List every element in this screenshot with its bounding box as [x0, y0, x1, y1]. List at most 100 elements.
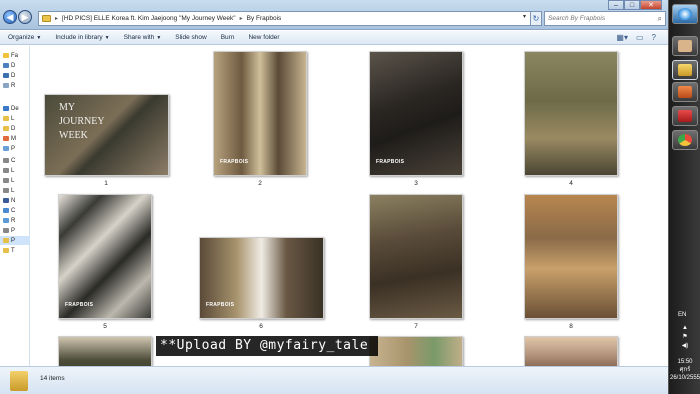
- photo-image: [370, 195, 462, 318]
- upload-watermark-text: **Upload BY @myfairy_tale: [156, 336, 379, 356]
- recent-places-icon: [3, 83, 9, 88]
- recycle-bin-icon: [3, 228, 9, 233]
- volume-icon[interactable]: ◀): [669, 342, 700, 351]
- flag-icon[interactable]: ⚑: [669, 333, 700, 342]
- windows-logo-icon: [678, 8, 692, 20]
- cover-title-text: MY JOURNEY WEEK: [59, 102, 105, 141]
- nav-item[interactable]: L: [0, 114, 30, 123]
- pictures-icon: [3, 146, 9, 151]
- drive-icon: [3, 188, 9, 193]
- details-pane: 14 items: [0, 366, 668, 394]
- thumbnail-label: 6: [259, 323, 263, 330]
- nav-item[interactable]: D: [0, 71, 30, 80]
- media-player-icon: [678, 86, 692, 98]
- taskbar-app-games[interactable]: [672, 106, 698, 126]
- include-in-library-menu[interactable]: Include in library ▼: [55, 34, 109, 41]
- minimize-button[interactable]: –: [608, 0, 624, 10]
- file-list-view[interactable]: MY JOURNEY WEEK 1 FRAPBOIS 2 FRAPBOIS 3 4 …: [31, 46, 668, 366]
- nav-item[interactable]: D: [0, 61, 30, 70]
- taskbar-app-chrome[interactable]: [672, 130, 698, 150]
- nav-item[interactable]: D: [0, 124, 30, 133]
- thumbnail-label: 5: [103, 323, 107, 330]
- close-button[interactable]: ✕: [640, 0, 662, 10]
- system-tray: ▲ ⚑ ◀): [669, 324, 700, 351]
- music-icon: [3, 136, 9, 141]
- nav-item[interactable]: C: [0, 206, 30, 215]
- search-box[interactable]: ⌕: [544, 11, 666, 26]
- nav-item[interactable]: R: [0, 81, 30, 90]
- nav-item[interactable]: T: [0, 246, 30, 255]
- language-indicator[interactable]: EN: [678, 312, 686, 318]
- taskbar-app-explorer[interactable]: [672, 60, 698, 80]
- clock-day: ศุกร์: [679, 367, 691, 373]
- nav-item[interactable]: P: [0, 226, 30, 235]
- nav-item[interactable]: L: [0, 166, 30, 175]
- photo-image: [525, 52, 617, 175]
- thumbnail-label: 1: [104, 180, 108, 187]
- thumbnail-7[interactable]: [369, 194, 463, 319]
- drive-icon: [3, 158, 9, 163]
- thumbnail-11[interactable]: [524, 336, 618, 366]
- breadcrumb-item[interactable]: [HD PICS] ELLE Korea ft. Kim Jaejoong "M…: [62, 15, 236, 22]
- taskbar-app-media[interactable]: [672, 82, 698, 102]
- maximize-button[interactable]: □: [624, 0, 640, 10]
- burn-button[interactable]: Burn: [221, 34, 235, 41]
- thumbnail-8[interactable]: [524, 194, 618, 319]
- thumbnail-label: 3: [414, 180, 418, 187]
- nav-item[interactable]: P: [0, 144, 30, 153]
- clock[interactable]: 15:50 ศุกร์ 26/10/2555: [669, 358, 700, 382]
- thumbnail-5[interactable]: FRAPBOIS: [58, 194, 152, 319]
- tray-expand-icon[interactable]: ▲: [669, 324, 700, 333]
- share-with-menu[interactable]: Share with ▼: [124, 34, 162, 41]
- start-button[interactable]: [672, 4, 698, 24]
- breadcrumb-item-current[interactable]: By Frapbois: [247, 15, 282, 22]
- nav-item[interactable]: C: [0, 156, 30, 165]
- control-panel-icon: [3, 218, 9, 223]
- nav-item[interactable]: L: [0, 176, 30, 185]
- dropdown-arrow-icon: ▼: [36, 35, 42, 41]
- taskbar-app-user[interactable]: [672, 36, 698, 56]
- thumbnail-4[interactable]: [524, 51, 618, 176]
- frapbois-watermark: FRAPBOIS: [65, 302, 94, 308]
- thumbnail-1[interactable]: MY JOURNEY WEEK: [44, 94, 169, 176]
- bluetooth-icon: [3, 198, 9, 203]
- refresh-button[interactable]: ↻: [530, 11, 542, 26]
- nav-item-desktop[interactable]: De: [0, 104, 30, 113]
- thumbnail-label: 4: [569, 180, 573, 187]
- thumbnail-label: 2: [258, 180, 262, 187]
- help-icon[interactable]: ?: [652, 33, 656, 42]
- photo-image: [370, 52, 462, 175]
- back-button[interactable]: ◀: [3, 10, 17, 24]
- thumbnail-10[interactable]: [369, 336, 463, 366]
- navigation-pane[interactable]: Fa D D R De L D M P C L L L N C R P P T: [0, 46, 30, 366]
- nav-item-selected[interactable]: P: [0, 236, 30, 245]
- folder-icon: [678, 64, 692, 76]
- photo-image: [59, 337, 151, 366]
- view-options-icon[interactable]: ▦▾: [616, 33, 628, 42]
- search-input[interactable]: [548, 15, 648, 22]
- organize-menu[interactable]: Organize ▼: [8, 34, 41, 41]
- address-dropdown-icon[interactable]: ▾: [523, 13, 526, 20]
- thumbnail-2[interactable]: FRAPBOIS: [213, 51, 307, 176]
- nav-item[interactable]: N: [0, 196, 30, 205]
- thumbnail-3[interactable]: FRAPBOIS: [369, 51, 463, 176]
- slideshow-button[interactable]: Slide show: [175, 34, 206, 41]
- folder-icon: [3, 126, 9, 131]
- forward-button[interactable]: ▶: [18, 10, 32, 24]
- nav-item-favorites[interactable]: Fa: [0, 51, 30, 60]
- item-count: 14 items: [40, 375, 65, 382]
- address-bar[interactable]: ▸ [HD PICS] ELLE Korea ft. Kim Jaejoong …: [38, 11, 542, 26]
- desktop-icon: [3, 63, 9, 68]
- folder-icon: [42, 15, 51, 22]
- libraries-icon: [3, 116, 9, 121]
- preview-pane-icon[interactable]: ▭: [636, 33, 644, 42]
- new-folder-button[interactable]: New folder: [248, 34, 279, 41]
- thumbnail-6[interactable]: FRAPBOIS: [199, 237, 324, 319]
- nav-item[interactable]: M: [0, 134, 30, 143]
- star-icon: [3, 53, 9, 58]
- nav-item[interactable]: R: [0, 216, 30, 225]
- breadcrumb-separator-icon: ▸: [239, 16, 243, 22]
- nav-item[interactable]: L: [0, 186, 30, 195]
- thumbnail-9[interactable]: [58, 336, 152, 366]
- search-icon[interactable]: ⌕: [658, 14, 662, 24]
